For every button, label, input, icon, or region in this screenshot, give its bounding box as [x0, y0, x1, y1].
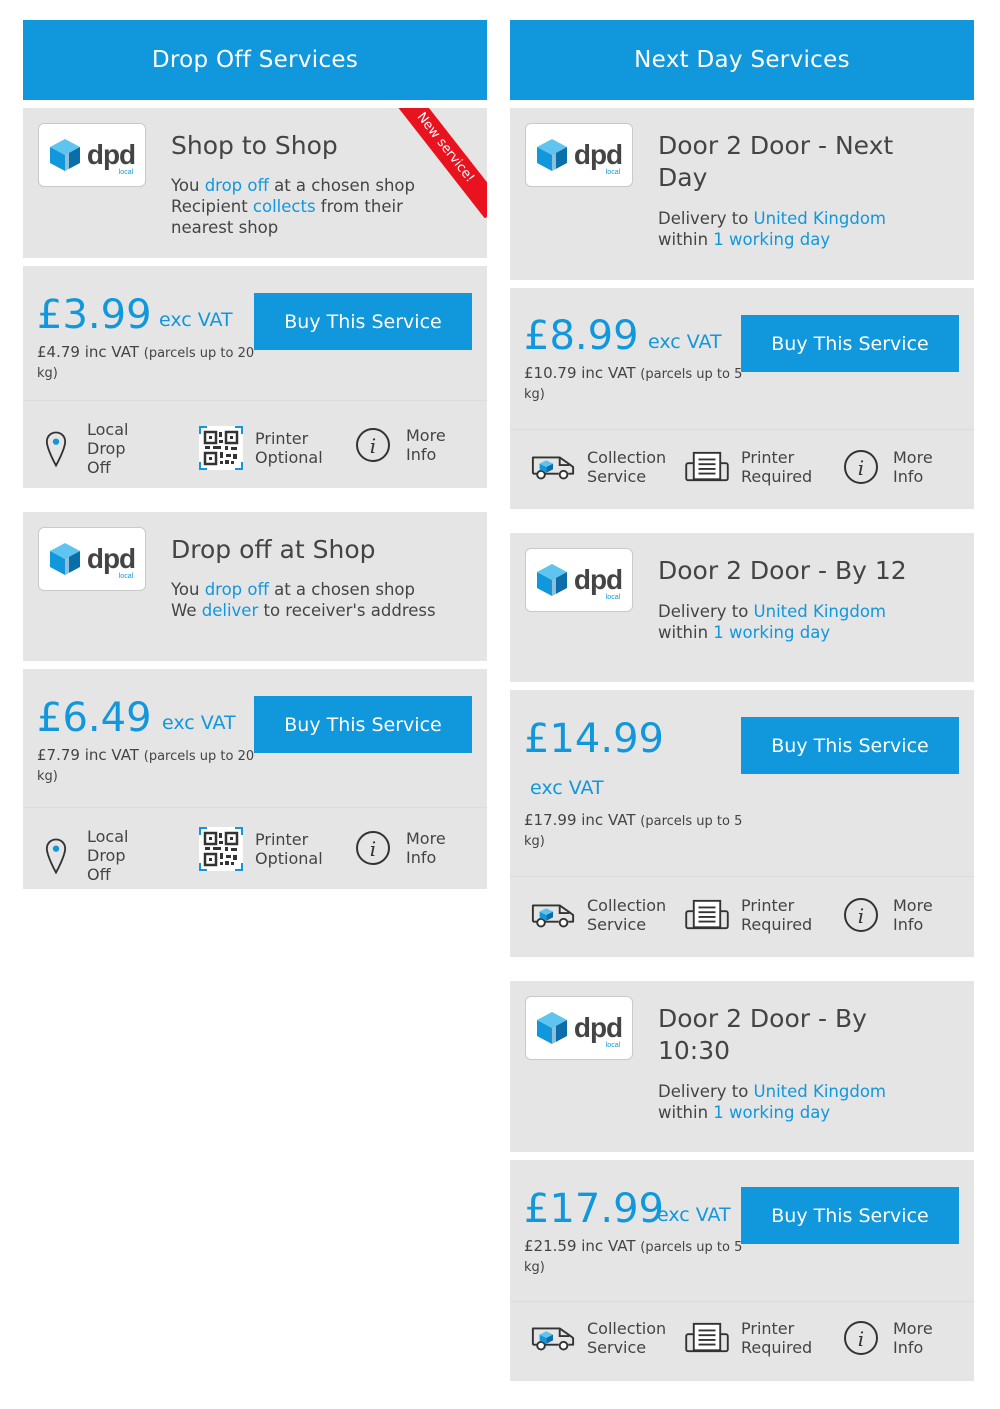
divider: [510, 876, 974, 877]
service-title: Drop off at Shop: [171, 535, 376, 564]
price-inc-vat: £7.79 inc VAT (parcels up to 20 kg): [37, 746, 255, 784]
drop-off-column: Drop Off Services dpd local Shop to Shop …: [23, 20, 487, 889]
dpd-logo: dpd local: [38, 527, 146, 591]
qr-code-icon: [199, 827, 243, 871]
printer-icon: [684, 450, 730, 484]
feature-printer-optional: Printer Optional: [199, 827, 337, 871]
service-card-next-day: dpd local Door 2 Door - Next Day Delivery…: [510, 108, 974, 280]
price-exc-vat: exc VAT: [159, 309, 233, 331]
logo-sub: local: [118, 573, 134, 580]
dpd-logo: dpd local: [525, 996, 633, 1060]
feature-printer-required: Printer Required: [684, 448, 827, 486]
price-value: £3.99: [37, 292, 152, 338]
dpd-logo: dpd local: [525, 548, 633, 612]
logo-text: dpd: [86, 543, 136, 574]
info-icon: [843, 897, 879, 933]
price-inc-vat: £10.79 inc VAT (parcels up to 5 kg): [524, 364, 743, 402]
price-card-shop-to-shop: £3.99 exc VAT £4.79 inc VAT (parcels up …: [23, 266, 487, 488]
buy-service-button[interactable]: Buy This Service: [254, 293, 472, 350]
price-value: £8.99: [524, 313, 639, 359]
price-inc-vat: £17.99 inc VAT (parcels up to 5 kg): [524, 811, 743, 849]
price-card-next-day: £8.99 exc VAT £10.79 inc VAT (parcels up…: [510, 288, 974, 509]
next-day-column: Next Day Services dpd local Door 2 Door -…: [510, 20, 974, 1381]
service-card-shop-to-shop: dpd local Shop to Shop You drop off at a …: [23, 108, 487, 258]
logo-text: dpd: [86, 139, 136, 170]
price-card-by-12: £14.99 exc VAT £17.99 inc VAT (parcels u…: [510, 690, 974, 957]
more-info-button[interactable]: More Info: [355, 426, 462, 464]
price-exc-vat: exc VAT: [530, 777, 604, 799]
divider: [23, 807, 487, 808]
new-service-ribbon: New service!: [377, 108, 487, 218]
logo-sub: local: [605, 169, 621, 176]
feature-printer-required: Printer Required: [684, 1319, 827, 1357]
more-info-button[interactable]: More Info: [843, 896, 949, 934]
feature-printer-optional: Printer Optional: [199, 426, 337, 470]
printer-icon: [684, 1321, 730, 1355]
dpd-cube-icon: [536, 138, 568, 172]
logo-text: dpd: [573, 139, 623, 170]
buy-service-button[interactable]: Buy This Service: [741, 1187, 959, 1244]
logo-text: dpd: [573, 564, 623, 595]
price-exc-vat: exc VAT: [657, 1204, 731, 1226]
logo-sub: local: [605, 1042, 621, 1049]
price-card-drop-off-at-shop: £6.49 exc VAT £7.79 inc VAT (parcels up …: [23, 669, 487, 889]
service-title: Door 2 Door - By 10:30: [658, 1004, 867, 1065]
divider: [510, 429, 974, 430]
dpd-cube-icon: [49, 138, 81, 172]
divider: [510, 1301, 974, 1302]
info-icon: [843, 449, 879, 485]
divider: [23, 400, 487, 401]
drop-off-header: Drop Off Services: [23, 20, 487, 100]
feature-local-drop-off: Local Drop Off: [45, 827, 147, 884]
qr-code-icon: [199, 426, 243, 470]
price-exc-vat: exc VAT: [162, 712, 236, 734]
van-icon: [530, 898, 576, 932]
feature-local-drop-off: Local Drop Off: [45, 420, 147, 477]
price-value: £14.99: [524, 716, 664, 762]
more-info-button[interactable]: More Info: [843, 448, 949, 486]
service-description: Delivery to United Kingdom within 1 work…: [658, 1082, 886, 1122]
dpd-logo: dpd local: [38, 123, 146, 187]
logo-sub: local: [118, 169, 134, 176]
dpd-cube-icon: [536, 1011, 568, 1045]
service-description: You drop off at a chosen shop We deliver…: [171, 580, 436, 620]
logo-text: dpd: [573, 1012, 623, 1043]
dpd-logo: dpd local: [525, 123, 633, 187]
feature-collection-service: Collection Service: [530, 448, 683, 486]
service-title: Door 2 Door - Next Day: [658, 131, 894, 192]
more-info-button[interactable]: More Info: [355, 829, 462, 867]
service-title: Door 2 Door - By 12: [658, 556, 907, 585]
map-pin-icon: [45, 837, 67, 875]
more-info-button[interactable]: More Info: [843, 1319, 949, 1357]
feature-printer-required: Printer Required: [684, 896, 827, 934]
next-day-header: Next Day Services: [510, 20, 974, 100]
map-pin-icon: [45, 430, 67, 468]
dpd-cube-icon: [536, 563, 568, 597]
info-icon: [355, 830, 391, 866]
price-inc-vat: £4.79 inc VAT (parcels up to 20 kg): [37, 343, 255, 381]
info-icon: [843, 1320, 879, 1356]
service-card-by-12: dpd local Door 2 Door - By 12 Delivery to…: [510, 533, 974, 682]
van-icon: [530, 450, 576, 484]
service-description: Delivery to United Kingdom within 1 work…: [658, 209, 886, 249]
price-card-by-1030: £17.99 exc VAT £21.59 inc VAT (parcels u…: [510, 1160, 974, 1381]
price-exc-vat: exc VAT: [648, 331, 722, 353]
service-card-drop-off-at-shop: dpd local Drop off at Shop You drop off a…: [23, 512, 487, 661]
buy-service-button[interactable]: Buy This Service: [741, 315, 959, 372]
service-card-by-1030: dpd local Door 2 Door - By 10:30 Delivery…: [510, 981, 974, 1152]
price-value: £17.99: [524, 1186, 664, 1232]
service-description: Delivery to United Kingdom within 1 work…: [658, 602, 886, 642]
buy-service-button[interactable]: Buy This Service: [254, 696, 472, 753]
printer-icon: [684, 898, 730, 932]
price-value: £6.49: [37, 695, 152, 741]
buy-service-button[interactable]: Buy This Service: [741, 717, 959, 774]
info-icon: [355, 427, 391, 463]
logo-sub: local: [605, 594, 621, 601]
van-icon: [530, 1321, 576, 1355]
dpd-cube-icon: [49, 542, 81, 576]
feature-collection-service: Collection Service: [530, 1319, 683, 1357]
feature-collection-service: Collection Service: [530, 896, 683, 934]
price-inc-vat: £21.59 inc VAT (parcels up to 5 kg): [524, 1237, 743, 1275]
